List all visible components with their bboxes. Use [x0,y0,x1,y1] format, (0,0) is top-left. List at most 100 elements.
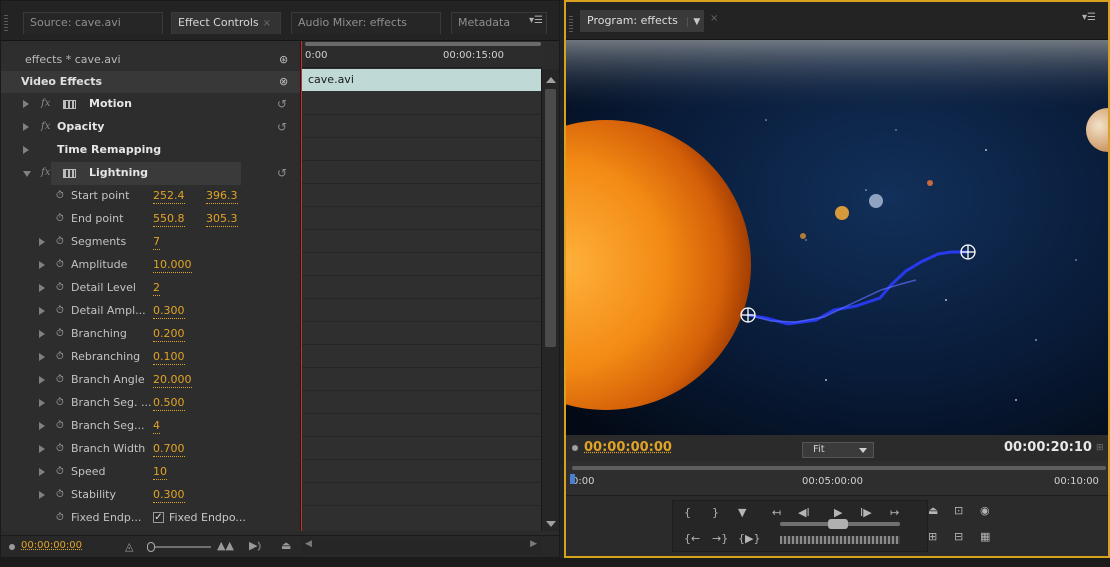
expand-triangle-icon[interactable] [39,353,45,361]
fx-icon[interactable]: fx [41,162,50,184]
stopwatch-icon[interactable]: ⏱ [56,185,64,207]
playhead-timecode[interactable]: 00:00:00:00 [584,440,672,455]
tab-program[interactable]: Program: effects ▼ [580,10,704,32]
go-to-in-icon[interactable]: ↤ [772,506,781,519]
go-to-next-edit-icon[interactable]: →} [712,532,728,545]
zoom-bar[interactable] [305,42,541,46]
tab-effect-controls[interactable]: Effect Controls × [171,12,281,34]
stopwatch-icon[interactable]: ⏱ [56,208,64,230]
stopwatch-icon[interactable]: ⏱ [56,346,64,368]
reset-icon[interactable]: ↺ [277,116,287,138]
go-to-previous-edit-icon[interactable]: {← [684,532,700,545]
safe-margins-icon[interactable]: ▦ [980,530,990,543]
zoom-out-icon[interactable]: ◬ [125,540,133,553]
fixed-endpoint-checkbox[interactable]: ✓ [153,512,164,523]
collapse-icon[interactable]: ⊗ [279,71,288,93]
param-value-x[interactable]: 252.4 [153,189,185,204]
param-value[interactable]: 10 [153,465,167,480]
extract-icon[interactable]: ⊡ [954,504,963,517]
horizontal-scrollbar[interactable]: ◀ ▶ [301,539,541,554]
fx-icon[interactable]: fx [41,93,50,115]
expand-triangle-icon[interactable] [39,330,45,338]
start-point-handle[interactable] [740,307,756,323]
lift-icon[interactable]: ⏏ [928,504,938,517]
step-forward-icon[interactable]: I▶ [860,506,872,519]
dropdown-icon[interactable]: ▼ [687,17,701,27]
show-timeline-icon[interactable]: ⊛ [279,49,288,71]
panel-menu-icon[interactable]: ▾☰ [1082,12,1096,23]
mark-out-icon[interactable]: } [712,506,719,519]
stopwatch-icon[interactable]: ⏱ [56,438,64,460]
reset-icon[interactable]: ↺ [277,93,287,115]
play-icon[interactable]: ▶ [834,506,842,519]
time-ruler[interactable]: 0:00 00:00:15:00 [301,41,542,68]
multicam-icon[interactable]: ⊟ [954,530,963,543]
panel-grip[interactable] [4,15,8,31]
reset-icon[interactable]: ↺ [277,162,287,184]
effect-timeline[interactable]: 0:00 00:00:15:00 cave.avi [300,41,542,531]
param-value-x[interactable]: 550.8 [153,212,185,227]
stopwatch-icon[interactable]: ⏱ [56,415,64,437]
param-value[interactable]: 0.300 [153,304,185,319]
param-value[interactable]: 10.000 [153,258,192,273]
param-value[interactable]: 20.000 [153,373,192,388]
close-icon[interactable]: × [263,18,271,29]
stopwatch-icon[interactable]: ⏱ [56,277,64,299]
end-point-handle[interactable] [960,244,976,260]
panel-grip[interactable] [569,16,573,32]
param-value[interactable]: 0.500 [153,396,185,411]
stopwatch-icon[interactable]: ⏱ [56,392,64,414]
jog-wheel[interactable] [780,536,900,544]
expand-triangle-icon[interactable] [39,284,45,292]
stopwatch-icon[interactable]: ⏱ [56,323,64,345]
playhead[interactable] [301,41,302,531]
zoom-bar[interactable] [572,466,1106,470]
param-value[interactable]: 2 [153,281,160,296]
expand-triangle-icon[interactable] [39,261,45,269]
param-value-y[interactable]: 305.3 [206,212,238,227]
shuttle-thumb[interactable] [828,519,848,529]
stopwatch-icon[interactable]: ⏱ [56,231,64,253]
effect-motion[interactable]: fx Motion ↺ [1,93,300,116]
expand-triangle-icon[interactable] [23,100,29,108]
scroll-thumb[interactable] [545,89,556,347]
program-time-ruler[interactable]: 0:00 00:05:00:00 00:10:00 [566,461,1108,495]
zoom-level-select[interactable]: Fit [802,442,874,458]
stopwatch-icon[interactable]: ⏱ [56,507,64,529]
go-to-out-icon[interactable]: ↦ [890,506,899,519]
zoom-in-icon[interactable]: ▲▲ [217,539,234,552]
effect-lightning[interactable]: fx Lightning ↺ [1,162,300,185]
expand-triangle-icon[interactable] [39,376,45,384]
stopwatch-icon[interactable]: ⏱ [56,369,64,391]
expand-triangle-icon[interactable] [39,399,45,407]
trim-monitor-icon[interactable]: ⊞ [928,530,937,543]
param-value[interactable]: 0.200 [153,327,185,342]
expand-triangle-icon[interactable] [39,468,45,476]
expand-triangle-icon[interactable] [39,307,45,315]
vertical-scrollbar[interactable] [541,69,559,531]
close-icon[interactable]: × [710,13,718,24]
tab-audio-mixer[interactable]: Audio Mixer: effects [291,12,441,34]
stopwatch-icon[interactable]: ⏱ [56,300,64,322]
export-frame-icon[interactable]: ◉ [980,504,990,517]
expand-triangle-icon[interactable] [39,422,45,430]
effect-opacity[interactable]: fx Opacity ↺ [1,116,300,139]
param-value-y[interactable]: 396.3 [206,189,238,204]
collapse-triangle-icon[interactable] [23,171,31,177]
add-marker-icon[interactable]: ▼ [738,506,746,519]
effect-time-remapping[interactable]: Time Remapping [1,139,300,162]
expand-triangle-icon[interactable] [23,146,29,154]
param-value[interactable]: 0.700 [153,442,185,457]
playhead-marker[interactable] [570,474,575,484]
step-back-icon[interactable]: ◀I [798,506,810,519]
scroll-down-icon[interactable] [546,521,556,527]
play-audio-icon[interactable]: ▶⦆ [249,539,261,553]
param-value[interactable]: 0.100 [153,350,185,365]
stopwatch-icon[interactable]: ⏱ [56,254,64,276]
scroll-up-icon[interactable] [546,77,556,83]
zoom-slider[interactable] [147,542,211,552]
expand-triangle-icon[interactable] [39,238,45,246]
program-video-frame[interactable] [566,40,1108,435]
zoom-slider-thumb[interactable] [147,542,155,552]
expand-triangle-icon[interactable] [39,491,45,499]
